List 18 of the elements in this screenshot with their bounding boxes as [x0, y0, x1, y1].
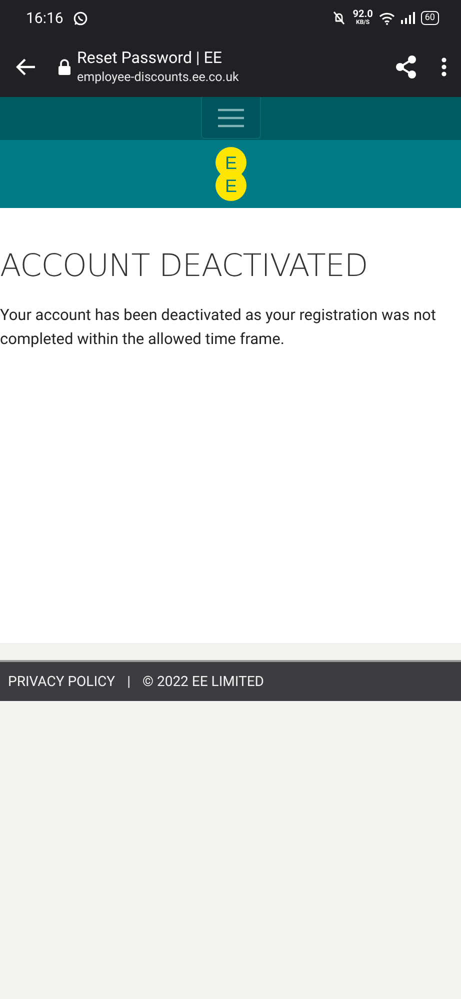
more-options-button[interactable]	[439, 54, 449, 78]
muted-bell-icon	[330, 11, 347, 25]
page-title: Reset Password | EE	[77, 48, 223, 67]
chat-bubble-icon	[73, 10, 88, 26]
page-heading: ACCOUNT DEACTIVATED	[0, 248, 368, 284]
separator: |	[127, 674, 130, 690]
footer-link[interactable]: PRIVACY POLICY	[8, 674, 116, 690]
share-button[interactable]	[393, 52, 419, 80]
message-text: Your account has been deactivated as your registration was not completed within the allowed time frame.	[0, 305, 437, 350]
wifi-icon	[378, 12, 395, 24]
menu-icon	[216, 108, 244, 128]
clock-time: 16:16	[26, 9, 64, 27]
copyright-text: © 2022 EE LIMITED	[142, 674, 264, 690]
lock-icon	[58, 58, 71, 74]
battery-level: 60	[420, 11, 439, 25]
signal-icon	[400, 12, 415, 24]
menu-button[interactable]	[200, 97, 260, 139]
page-url[interactable]: employee-discounts.ee.co.uk	[77, 70, 239, 85]
